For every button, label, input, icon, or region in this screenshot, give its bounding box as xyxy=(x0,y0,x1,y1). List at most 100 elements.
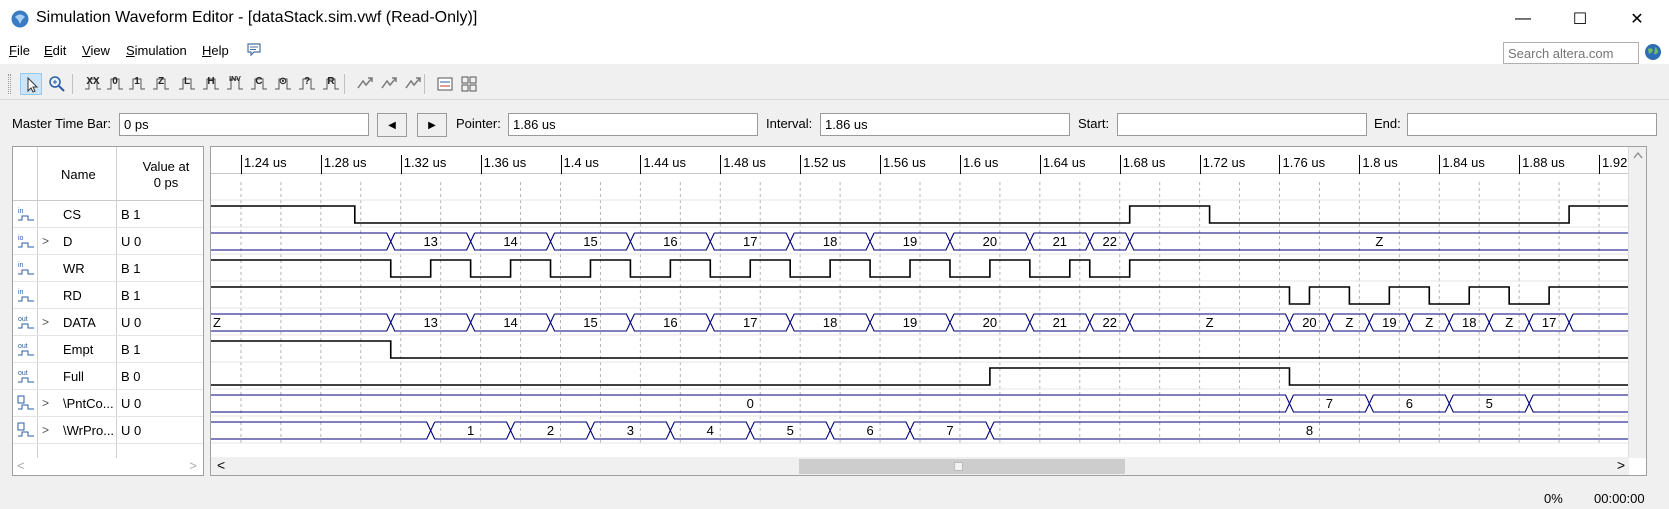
high-impedance-button[interactable]: Z xyxy=(150,73,172,95)
scroll-left-icon[interactable]: < xyxy=(217,457,225,473)
netlist-gen-button[interactable] xyxy=(402,73,424,95)
netlist-icon xyxy=(405,77,421,89)
signal-name: RD xyxy=(63,288,82,303)
value-column-header[interactable]: Value at 0 ps xyxy=(131,159,201,191)
trace-PntCo[interactable]: 0 7 6 5 xyxy=(211,394,1629,413)
signal-row[interactable]: io > D U 0 xyxy=(13,228,203,255)
scroll-right-icon[interactable]: > xyxy=(1617,457,1625,473)
menu-help[interactable]: Help xyxy=(202,43,229,58)
compare-window-button[interactable] xyxy=(434,73,456,95)
scroll-left-small-icon[interactable]: < xyxy=(17,458,25,473)
arbitrary-value-button[interactable]: ? xyxy=(296,73,318,95)
timing-sim-icon xyxy=(381,77,397,89)
forcing-unknown-button[interactable]: XX xyxy=(82,73,104,95)
menu-simulation[interactable]: Simulation xyxy=(126,43,187,58)
search-input[interactable] xyxy=(1503,42,1639,64)
toolbar-grip[interactable] xyxy=(8,74,11,94)
svg-text:out: out xyxy=(18,343,28,350)
expand-chevron-icon[interactable]: > xyxy=(42,234,49,248)
expand-chevron-icon[interactable]: > xyxy=(42,423,49,437)
invert-glyph: INV xyxy=(229,76,241,83)
out-pin-icon: out xyxy=(18,343,34,356)
pointer-label: Pointer: xyxy=(456,116,501,131)
count-value-button[interactable]: C xyxy=(248,73,270,95)
signal-row[interactable]: > \WrPro... U 0 xyxy=(13,417,203,444)
waveform-vscroll[interactable] xyxy=(1628,147,1646,458)
forcing-unknown-glyph: XX xyxy=(86,76,100,87)
signal-row[interactable]: in WR B 1 xyxy=(13,255,203,282)
close-button[interactable]: ✕ xyxy=(1612,0,1662,38)
menu-edit[interactable]: Edit xyxy=(44,43,66,58)
expand-chevron-icon[interactable]: > xyxy=(42,396,49,410)
weak-high-button[interactable]: H xyxy=(200,73,222,95)
next-transition-button[interactable]: ▶ xyxy=(417,113,447,137)
buried-node-icon xyxy=(17,395,34,410)
group-icon xyxy=(461,76,477,92)
arbitrary-value-glyph: ? xyxy=(303,76,311,87)
forcing-high-glyph: 1 xyxy=(134,76,140,87)
feedback-icon[interactable] xyxy=(246,42,262,58)
signal-row[interactable]: in RD B 1 xyxy=(13,282,203,309)
maximize-button[interactable]: ☐ xyxy=(1555,0,1605,38)
trace-D[interactable]: 13 14 15 16 17 18 19 20 21 22 Z xyxy=(211,232,1629,251)
signal-value: B 1 xyxy=(121,207,141,222)
trace-Empt[interactable] xyxy=(211,340,1629,359)
menu-view[interactable]: View xyxy=(82,43,110,58)
end-label: End: xyxy=(1374,116,1401,131)
signal-value: B 0 xyxy=(121,369,141,384)
select-tool-button[interactable] xyxy=(20,73,42,95)
svg-text:out: out xyxy=(18,316,28,323)
menu-file[interactable]: File xyxy=(9,43,30,58)
svg-text:out: out xyxy=(18,370,28,377)
zoom-tool-button[interactable] xyxy=(46,73,68,95)
pointer-field[interactable]: 1.86 us xyxy=(508,113,758,136)
bus-value-label: 18 xyxy=(823,315,837,330)
random-value-button[interactable]: R xyxy=(320,73,342,95)
previous-transition-button[interactable]: ◀ xyxy=(377,113,407,137)
menu-file-mnemonic: F xyxy=(9,43,17,58)
signal-name: D xyxy=(63,234,73,249)
signal-row[interactable]: > \PntCo... U 0 xyxy=(13,390,203,417)
start-field[interactable] xyxy=(1117,113,1367,136)
value-header-line2: 0 ps xyxy=(153,175,179,190)
group-nodes-button[interactable] xyxy=(458,73,480,95)
signal-row[interactable]: out Empt B 1 xyxy=(13,336,203,363)
bus-value-label: 14 xyxy=(503,315,517,330)
invert-button[interactable]: INV xyxy=(224,73,246,95)
in-pin-icon: in xyxy=(18,208,34,221)
status-progress: 0% xyxy=(1544,491,1563,506)
forcing-high-button[interactable]: 1 xyxy=(126,73,148,95)
waveform-canvas[interactable]: 13 14 15 16 17 18 19 20 21 22 ZZ 13 14 15 16 17 18 19 20 21… xyxy=(211,147,1629,458)
hscroll-thumb[interactable] xyxy=(799,459,1125,474)
trace-RD[interactable] xyxy=(211,286,1629,305)
master-time-bar-field[interactable]: 0 ps xyxy=(119,113,369,136)
menu-help-label: elp xyxy=(211,43,229,58)
functional-sim-button[interactable] xyxy=(354,73,376,95)
signal-row[interactable]: out Full B 0 xyxy=(13,363,203,390)
signal-list-hscroll[interactable]: < > xyxy=(13,457,203,475)
bus-value-label: 19 xyxy=(1382,315,1396,330)
bus-value-label: 18 xyxy=(823,234,837,249)
high-impedance-glyph: Z xyxy=(157,76,165,87)
compare-icon xyxy=(437,77,453,91)
interval-field[interactable]: 1.86 us xyxy=(820,113,1070,136)
waveform-hscroll[interactable]: < > xyxy=(211,457,1629,475)
app-logo-icon xyxy=(11,10,29,28)
scroll-up-icon[interactable] xyxy=(1633,151,1643,159)
globe-icon[interactable] xyxy=(1644,43,1662,61)
forcing-low-button[interactable]: 0 xyxy=(104,73,126,95)
signal-row[interactable]: in CS B 1 xyxy=(13,201,203,228)
bus-value-label: 8 xyxy=(1306,423,1313,438)
minimize-button[interactable]: — xyxy=(1498,0,1548,38)
signal-row[interactable]: out > DATA U 0 xyxy=(13,309,203,336)
status-bar: 0% 00:00:00 xyxy=(0,486,1669,509)
scroll-right-small-icon[interactable]: > xyxy=(189,458,197,473)
clock-button[interactable]: ⊙ xyxy=(272,73,294,95)
weak-low-button[interactable]: L xyxy=(176,73,198,95)
end-field[interactable] xyxy=(1407,113,1657,136)
timing-sim-button[interactable] xyxy=(378,73,400,95)
toolbar: XX 0 1 Z L H INV C ⊙? R xyxy=(0,66,1669,100)
expand-chevron-icon[interactable]: > xyxy=(42,315,49,329)
svg-text:in: in xyxy=(18,289,24,296)
name-column-header[interactable]: Name xyxy=(61,167,96,182)
